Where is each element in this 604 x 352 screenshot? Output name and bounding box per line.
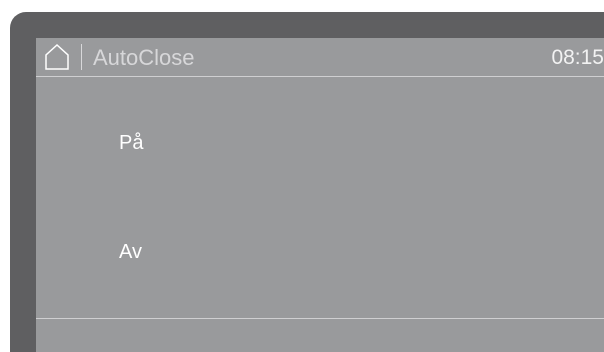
display-screen: AutoClose 08:15 På Av: [36, 38, 604, 352]
header-bar: AutoClose 08:15: [36, 38, 604, 77]
header-separator: [81, 44, 82, 70]
device-frame: AutoClose 08:15 På Av: [10, 12, 604, 352]
footer-divider: [36, 318, 604, 319]
option-pa[interactable]: På: [119, 131, 143, 155]
clock: 08:15: [551, 46, 604, 69]
option-av[interactable]: Av: [119, 240, 142, 264]
page-title: AutoClose: [93, 45, 195, 70]
home-icon[interactable]: [44, 43, 70, 71]
